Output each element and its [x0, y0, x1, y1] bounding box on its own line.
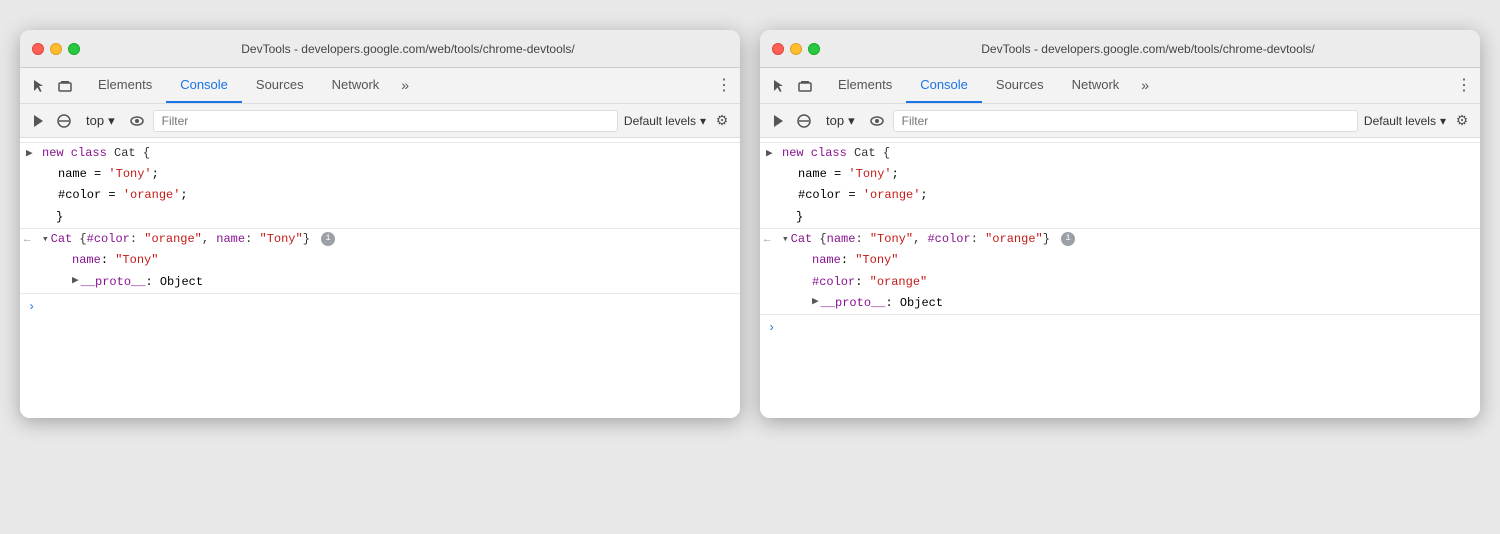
clear-console-icon[interactable]	[54, 111, 74, 131]
tab-console-right[interactable]: Console	[906, 67, 982, 103]
output-name-right: name: "Tony"	[760, 250, 1480, 271]
maximize-button-right[interactable]	[808, 43, 820, 55]
tab-bar-right: Elements Console Sources Network » ⋮	[760, 68, 1480, 104]
more-menu-left[interactable]: ⋮	[716, 75, 732, 103]
eye-icon-right[interactable]	[867, 111, 887, 131]
console-content-right: ▶ new class Cat { name = 'Tony'; #color …	[760, 138, 1480, 418]
settings-icon-left[interactable]: ⚙	[712, 111, 732, 131]
tab-console-left[interactable]: Console	[166, 67, 242, 103]
title-bar-left: DevTools - developers.google.com/web/too…	[20, 30, 740, 68]
maximize-button[interactable]	[68, 43, 80, 55]
filter-input-right[interactable]	[893, 110, 1358, 132]
minimize-button-right[interactable]	[790, 43, 802, 55]
console-content-left: ▶ new class Cat { name = 'Tony'; #color …	[20, 138, 740, 418]
more-menu-right[interactable]: ⋮	[1456, 75, 1472, 103]
devtools-icons-left	[28, 75, 76, 103]
input-arrow-left: ▶	[26, 146, 33, 164]
title-bar-right: DevTools - developers.google.com/web/too…	[760, 30, 1480, 68]
input-line-3-right: #color = 'orange';	[760, 185, 1480, 206]
input-line-3-left: #color = 'orange';	[20, 185, 740, 206]
run-icon[interactable]	[28, 111, 48, 131]
devtools-window-left: DevTools - developers.google.com/web/too…	[20, 30, 740, 418]
cursor-icon[interactable]	[28, 75, 50, 97]
input-line-1-right: ▶ new class Cat {	[760, 143, 1480, 164]
traffic-lights-left	[32, 43, 80, 55]
tab-elements-right[interactable]: Elements	[824, 67, 906, 103]
output-name-left: name: "Tony"	[20, 250, 740, 271]
input-line-4-left: }	[20, 207, 740, 228]
traffic-lights-right	[772, 43, 820, 55]
output-proto-right: ▶ __proto__: Object	[760, 293, 1480, 314]
filter-input-left[interactable]	[153, 110, 618, 132]
context-selector-left[interactable]: top ▾	[80, 111, 121, 131]
input-line-2-left: name = 'Tony';	[20, 164, 740, 185]
input-line-1-left: ▶ new class Cat {	[20, 143, 740, 164]
tab-more-right[interactable]: »	[1133, 67, 1157, 103]
minimize-button[interactable]	[50, 43, 62, 55]
tab-elements-left[interactable]: Elements	[84, 67, 166, 103]
console-prompt-right[interactable]: ›	[760, 315, 1480, 323]
console-toolbar-left: top ▾ Default levels ▾ ⚙	[20, 104, 740, 138]
clear-console-icon-right[interactable]	[794, 111, 814, 131]
tab-network-left[interactable]: Network	[318, 67, 394, 103]
input-line-2-right: name = 'Tony';	[760, 164, 1480, 185]
output-line-right: ← ▾Cat {name: "Tony", #color: "orange"} …	[760, 229, 1480, 251]
layers-icon-right[interactable]	[794, 75, 816, 97]
output-proto-left: ▶ __proto__: Object	[20, 272, 740, 293]
run-icon-right[interactable]	[768, 111, 788, 131]
output-line-left: ← ▾Cat {#color: "orange", name: "Tony"} …	[20, 229, 740, 251]
tab-bar-left: Elements Console Sources Network » ⋮	[20, 68, 740, 104]
output-color-right: #color: "orange"	[760, 272, 1480, 293]
levels-selector-right[interactable]: Default levels ▾	[1364, 114, 1446, 128]
devtools-icons-right	[768, 75, 816, 103]
tab-sources-left[interactable]: Sources	[242, 67, 318, 103]
layers-icon[interactable]	[54, 75, 76, 97]
tab-network-right[interactable]: Network	[1058, 67, 1134, 103]
console-prompt-left[interactable]: ›	[20, 294, 740, 302]
tab-sources-right[interactable]: Sources	[982, 67, 1058, 103]
eye-icon[interactable]	[127, 111, 147, 131]
levels-selector-left[interactable]: Default levels ▾	[624, 114, 706, 128]
devtools-window-right: DevTools - developers.google.com/web/too…	[760, 30, 1480, 418]
settings-icon-right[interactable]: ⚙	[1452, 111, 1472, 131]
context-selector-right[interactable]: top ▾	[820, 111, 861, 131]
info-icon-right: i	[1061, 232, 1075, 246]
window-title-left: DevTools - developers.google.com/web/too…	[88, 42, 728, 56]
console-toolbar-right: top ▾ Default levels ▾ ⚙	[760, 104, 1480, 138]
tab-more-left[interactable]: »	[393, 67, 417, 103]
input-arrow-right: ▶	[766, 146, 773, 164]
input-line-4-right: }	[760, 207, 1480, 228]
cursor-icon-right[interactable]	[768, 75, 790, 97]
info-icon-left: i	[321, 232, 335, 246]
close-button-right[interactable]	[772, 43, 784, 55]
close-button[interactable]	[32, 43, 44, 55]
window-title-right: DevTools - developers.google.com/web/too…	[828, 42, 1468, 56]
